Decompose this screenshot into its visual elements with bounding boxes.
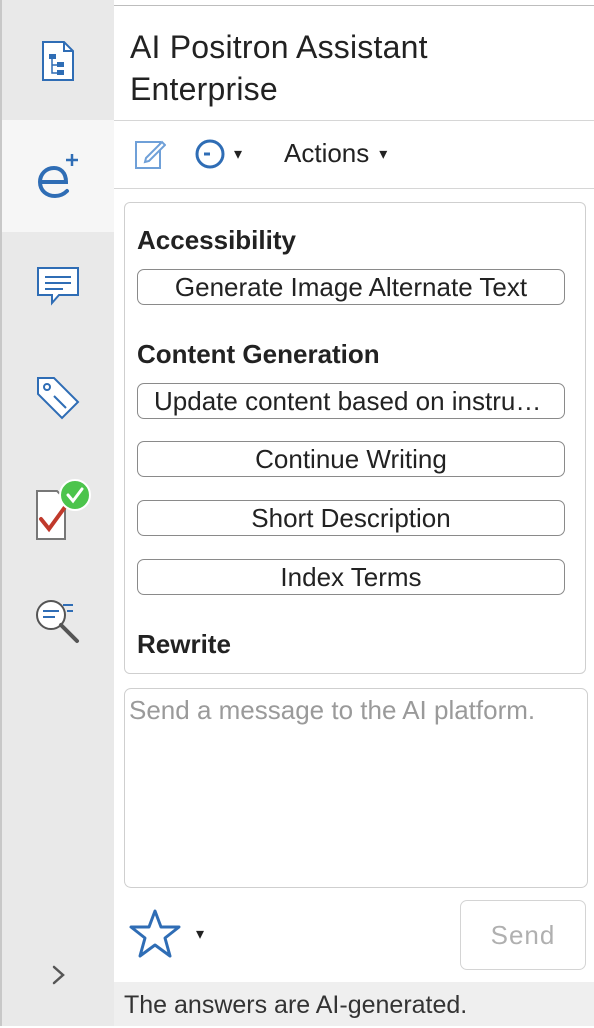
tag-icon (37, 377, 80, 420)
top-border (114, 5, 594, 6)
section-title-accessibility: Accessibility (137, 225, 296, 255)
sidebar (0, 0, 114, 1026)
ai-positron-icon (37, 154, 78, 199)
sidebar-expand-button[interactable] (42, 958, 76, 992)
index-terms-button[interactable]: Index Terms (137, 559, 565, 595)
message-input[interactable] (124, 688, 588, 888)
history-icon (195, 139, 225, 169)
toolbar-divider (114, 188, 594, 189)
title-divider (114, 120, 594, 121)
sidebar-item-tags[interactable] (2, 342, 114, 454)
generate-alt-text-button[interactable]: Generate Image Alternate Text (137, 269, 565, 305)
sidebar-item-comments[interactable] (2, 230, 114, 342)
history-button[interactable]: ▾ (194, 138, 242, 170)
ai-disclaimer: The answers are AI-generated. (114, 982, 594, 1026)
favorites-button[interactable]: ▾ (128, 908, 204, 960)
sidebar-item-find[interactable] (2, 566, 114, 678)
search-text-icon (36, 600, 79, 643)
send-button[interactable]: Send (460, 900, 586, 970)
edit-icon (135, 140, 166, 169)
rewrite-action-button[interactable] (137, 673, 565, 674)
panel-title-line1: AI Positron Assistant (130, 29, 428, 65)
section-title-content-generation: Content Generation (137, 339, 380, 369)
checked-document-icon (36, 479, 91, 540)
update-content-button[interactable]: Update content based on instructions (137, 383, 565, 419)
assistant-panel: AI Positron Assistant Enterprise ▾ Actio… (114, 0, 594, 1026)
continue-writing-button[interactable]: Continue Writing (137, 441, 565, 477)
section-title-rewrite: Rewrite (137, 629, 231, 659)
sidebar-item-review[interactable] (2, 456, 114, 568)
actions-caret: ▾ (379, 145, 388, 163)
new-chat-button[interactable] (134, 138, 166, 170)
chevron-right-icon (52, 965, 65, 985)
actions-label: Actions (284, 138, 370, 168)
document-outline-icon (42, 41, 74, 81)
panel-title: AI Positron Assistant Enterprise (130, 26, 428, 110)
sidebar-item-outline[interactable] (2, 5, 114, 117)
actions-list[interactable]: Accessibility Generate Image Alternate T… (124, 202, 586, 674)
favorites-caret: ▾ (196, 926, 205, 943)
star-icon (129, 909, 181, 958)
panel-title-line2: Enterprise (130, 71, 278, 107)
sidebar-item-ai-positron[interactable] (2, 120, 114, 232)
history-caret: ▾ (234, 146, 243, 163)
actions-menu[interactable]: Actions ▾ (284, 138, 387, 169)
comment-icon (37, 267, 79, 306)
short-description-button[interactable]: Short Description (137, 500, 565, 536)
